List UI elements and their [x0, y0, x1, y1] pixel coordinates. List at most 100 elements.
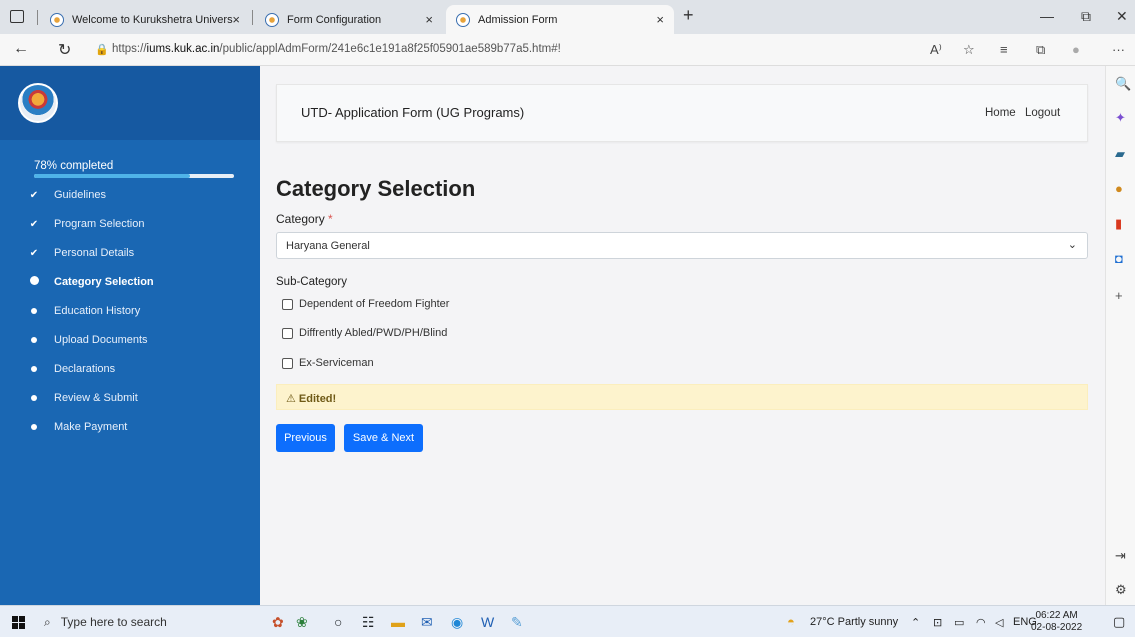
tab-title: Form Configuration	[287, 13, 382, 26]
checkbox-label: Diffrently Abled/PWD/PH/Blind	[299, 327, 448, 339]
office-icon[interactable]: ▮	[1115, 216, 1122, 232]
edited-alert: ⚠ Edited!	[276, 384, 1088, 410]
lock-icon[interactable]: 🔒	[95, 43, 109, 56]
progress-label: 78% completed	[34, 160, 114, 172]
cortana-icon[interactable]: ○	[334, 614, 342, 630]
step-personal-details[interactable]: ✔ Personal Details	[0, 242, 260, 264]
minimize-button[interactable]: —	[1040, 8, 1054, 24]
widget-character-icon[interactable]: ✿	[272, 614, 284, 631]
ex-serviceman-checkbox[interactable]	[282, 357, 293, 369]
url-field[interactable]: https://iums.kuk.ac.in/public/applAdmFor…	[112, 43, 561, 55]
profile-icon[interactable]: ●	[1072, 42, 1080, 57]
read-aloud-icon[interactable]: A⁾	[930, 42, 942, 58]
favorites-icon[interactable]: ≡	[1000, 42, 1008, 57]
widget-animal-icon[interactable]: ❀	[296, 614, 308, 631]
category-label: Category *	[276, 212, 333, 226]
add-icon[interactable]: +	[1115, 288, 1123, 303]
taskbar-search[interactable]: ⌕ Type here to search	[36, 610, 244, 634]
sidebar-logo-area	[0, 66, 260, 140]
previous-button[interactable]: Previous	[276, 424, 335, 452]
check-icon: ✔	[29, 218, 39, 230]
windows-taskbar: ⌕ Type here to search ✿ ❀ ○ ☷ ▬ ✉ ◉ W ✎ …	[0, 605, 1135, 637]
category-select[interactable]: Haryana General ⌄	[276, 232, 1088, 259]
close-window-button[interactable]: ✕	[1116, 8, 1128, 25]
checkbox-label: Dependent of Freedom Fighter	[299, 298, 450, 310]
step-label: Upload Documents	[54, 334, 148, 346]
tab-title: Welcome to Kurukshetra Univers	[72, 13, 233, 26]
task-view-icon[interactable]: ☷	[362, 614, 375, 631]
step-make-payment[interactable]: Make Payment	[0, 416, 260, 438]
step-review-submit[interactable]: Review & Submit	[0, 387, 260, 409]
browser-tab-kuk-welcome[interactable]: Welcome to Kurukshetra Univers ×	[40, 5, 250, 34]
browser-address-bar: ← ↻ 🔒 https://iums.kuk.ac.in/public/appl…	[0, 34, 1135, 66]
main-content: UTD- Application Form (UG Programs) Home…	[260, 66, 1105, 605]
add-favorite-icon[interactable]: ☆	[963, 42, 975, 58]
step-education-history[interactable]: Education History	[0, 300, 260, 322]
subcategory-ex-serviceman[interactable]: Ex-Serviceman	[282, 357, 374, 369]
form-title: UTD- Application Form (UG Programs)	[301, 105, 525, 120]
progress-bar	[34, 174, 234, 178]
tab-actions-icon[interactable]	[10, 10, 24, 23]
search-icon: ⌕	[44, 614, 51, 629]
search-icon[interactable]: 🔍	[1115, 76, 1131, 92]
mail-icon[interactable]: ✉	[421, 614, 433, 631]
checkbox-label: Ex-Serviceman	[299, 357, 374, 369]
refresh-button[interactable]: ↻	[58, 40, 71, 60]
step-guidelines[interactable]: ✔ Guidelines	[0, 184, 260, 206]
weather-text[interactable]: 27°C Partly sunny	[810, 616, 898, 628]
close-tab-icon[interactable]: ×	[425, 12, 433, 27]
page-title: Category Selection	[276, 176, 476, 201]
step-label: Declarations	[54, 363, 116, 375]
weather-icon[interactable]: ◓	[787, 614, 795, 629]
pending-step-dot-icon	[0, 306, 54, 317]
collapse-sidebar-icon[interactable]: ⇥	[1115, 548, 1126, 564]
tab-separator	[37, 10, 38, 25]
freedom-fighter-checkbox[interactable]	[282, 298, 293, 310]
word-icon[interactable]: W	[481, 614, 494, 630]
games-icon[interactable]: ●	[1115, 181, 1123, 196]
subcategory-freedom-fighter[interactable]: Dependent of Freedom Fighter	[282, 298, 449, 310]
step-upload-documents[interactable]: Upload Documents	[0, 329, 260, 351]
more-options-icon[interactable]: ···	[1112, 42, 1125, 57]
clock[interactable]: 06:22 AM 02-08-2022	[1031, 610, 1082, 634]
collections-icon[interactable]: ⧉	[1036, 42, 1045, 58]
check-icon: ✔	[29, 189, 39, 201]
wifi-icon[interactable]: ◠	[976, 616, 986, 629]
browser-tab-bar: Welcome to Kurukshetra Univers × Form Co…	[0, 0, 1135, 34]
subcategory-differently-abled[interactable]: Diffrently Abled/PWD/PH/Blind	[282, 327, 447, 339]
step-category-selection[interactable]: Category Selection	[0, 271, 260, 293]
file-explorer-icon[interactable]: ▬	[391, 614, 405, 630]
required-mark: *	[328, 212, 333, 226]
restore-button[interactable]: ⧉	[1081, 8, 1091, 25]
browser-tab-form-configuration[interactable]: Form Configuration ×	[255, 5, 443, 34]
step-program-selection[interactable]: ✔ Program Selection	[0, 213, 260, 235]
tools-icon[interactable]: ▰	[1115, 146, 1125, 162]
meet-now-icon[interactable]: ⊡	[933, 616, 942, 629]
close-tab-icon[interactable]: ×	[656, 12, 664, 27]
new-tab-button[interactable]: +	[683, 5, 694, 26]
step-declarations[interactable]: Declarations	[0, 358, 260, 380]
outlook-icon[interactable]: ◘	[1115, 251, 1123, 266]
close-tab-icon[interactable]: ×	[232, 12, 240, 27]
battery-icon[interactable]: ▭	[954, 616, 964, 629]
university-favicon-icon	[456, 12, 470, 27]
discover-icon[interactable]: ✦	[1115, 110, 1126, 126]
category-selected-value: Haryana General	[286, 240, 370, 252]
back-button[interactable]: ←	[13, 40, 29, 58]
home-link[interactable]: Home	[985, 107, 1016, 119]
settings-gear-icon[interactable]: ⚙	[1115, 582, 1127, 598]
logout-link[interactable]: Logout	[1025, 107, 1060, 119]
save-next-button[interactable]: Save & Next	[344, 424, 423, 452]
paint-icon[interactable]: ✎	[511, 614, 523, 631]
step-label: Personal Details	[54, 247, 135, 259]
show-hidden-icons-icon[interactable]: ⌃	[911, 616, 920, 629]
browser-tab-admission-form[interactable]: Admission Form ×	[446, 5, 674, 34]
current-step-dot-icon	[0, 276, 54, 288]
progress-sidebar: 78% completed ✔ Guidelines ✔ Program Selec…	[0, 66, 260, 605]
notifications-icon[interactable]: ▢	[1113, 614, 1125, 630]
differently-abled-checkbox[interactable]	[282, 327, 293, 339]
start-windows-icon[interactable]	[12, 616, 25, 629]
tab-separator	[252, 10, 253, 25]
volume-icon[interactable]: ◁	[995, 616, 1003, 629]
edge-browser-icon[interactable]: ◉	[451, 614, 463, 631]
